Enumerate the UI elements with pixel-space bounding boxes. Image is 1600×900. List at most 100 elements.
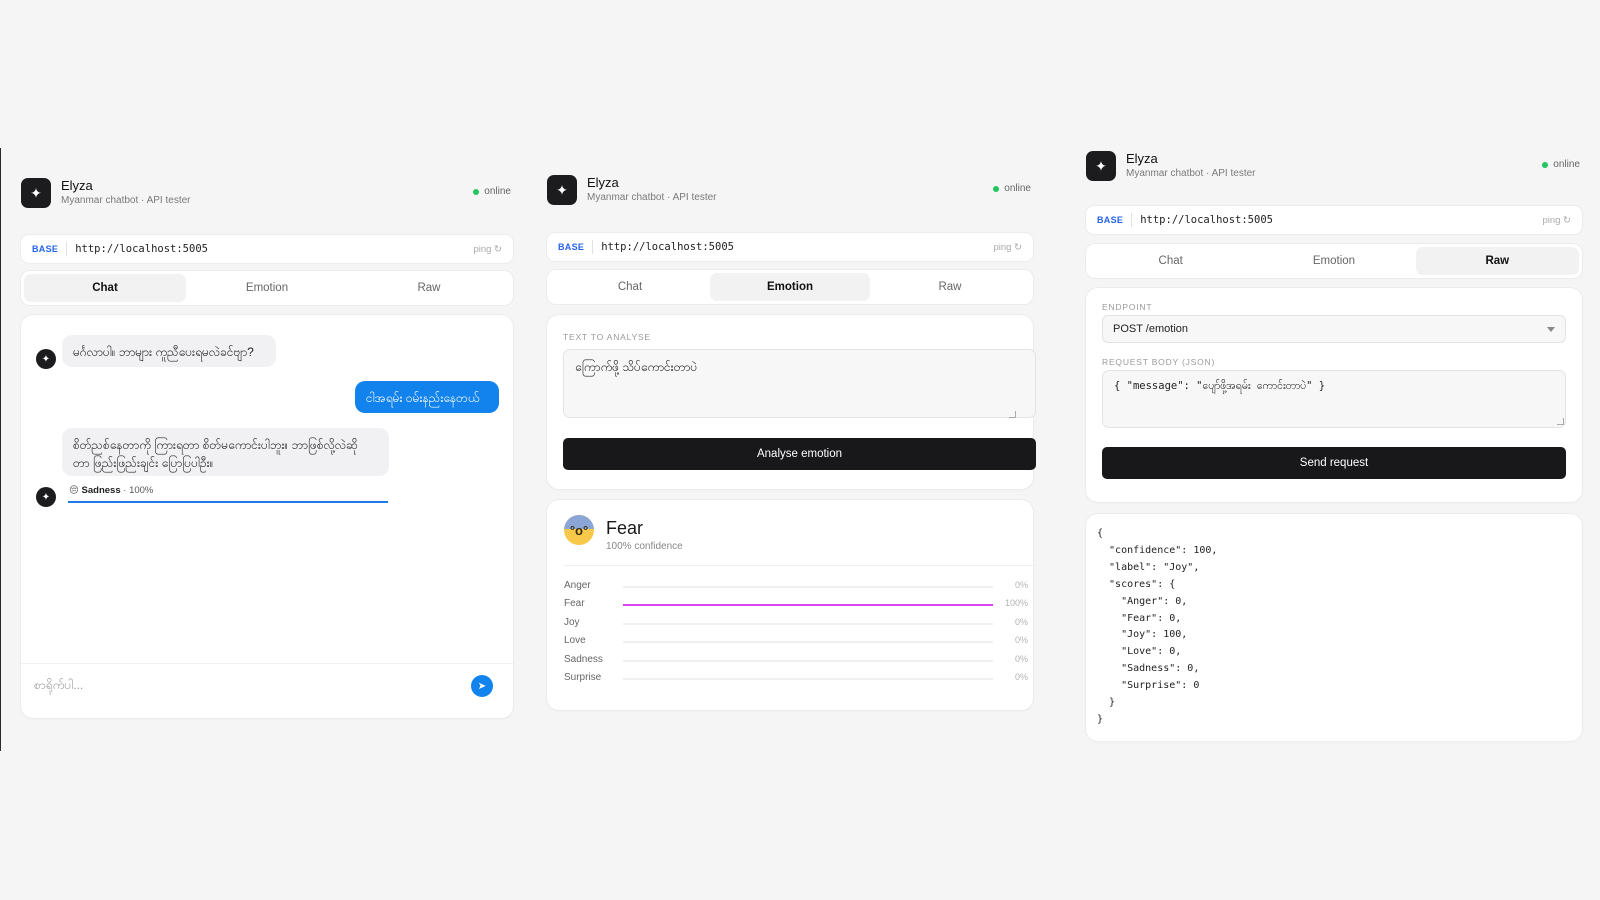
request-body-input[interactable]: { "message": "ပျော်ဖို့အရမ်း ကောင်းတာပဲ"… <box>1102 370 1566 428</box>
score-bar-track <box>623 678 993 680</box>
online-dot-icon <box>993 185 1000 192</box>
ping-button[interactable]: ping ↻ <box>993 242 1033 253</box>
ping-button[interactable]: ping ↻ <box>473 244 513 255</box>
chat-input-divider <box>21 663 513 664</box>
chat-message-input[interactable]: စာရိုက်ပါ... <box>34 677 454 697</box>
score-label: Anger <box>564 580 591 591</box>
tab-emotion[interactable]: Emotion <box>710 273 870 301</box>
online-dot-icon <box>473 188 480 195</box>
window-edge-line <box>0 148 1 751</box>
score-row-joy: Joy 0% <box>564 617 1028 631</box>
tab-bar: Chat Emotion Raw <box>1086 244 1582 278</box>
score-row-surprise: Surprise 0% <box>564 672 1028 686</box>
base-url-input[interactable]: http://localhost:5005 <box>593 241 993 253</box>
emotion-result-card: °o° Fear 100% confidence Anger 0% Fear 100%… <box>547 500 1036 710</box>
tab-chat[interactable]: Chat <box>1089 247 1252 275</box>
bot-message-bubble: မင်္ဂလာပါ။ ဘာများ ကူညီပေးရမလဲခင်ဗျာ? <box>62 335 276 367</box>
bot-message-line: တာ ဖြည်းဖြည်းချင်း ပြောပြပါဦး။ <box>73 456 214 470</box>
score-percent: 0% <box>1014 653 1028 664</box>
score-percent: 0% <box>1014 580 1028 590</box>
score-bar-track <box>623 586 993 588</box>
score-percent: 0% <box>1014 672 1028 682</box>
logo-sparkle-icon: ✦ <box>21 178 51 208</box>
score-percent: 0% <box>1014 616 1028 627</box>
status-indicator: online <box>1542 159 1580 170</box>
score-row-anger: Anger 0% <box>564 580 1028 594</box>
score-bar-track <box>623 604 993 607</box>
base-url-input[interactable]: http://localhost:5005 <box>1132 214 1542 226</box>
tab-raw[interactable]: Raw <box>1415 247 1579 275</box>
score-label: Love <box>564 635 586 647</box>
tab-chat[interactable]: Chat <box>24 274 186 302</box>
tab-raw[interactable]: Raw <box>870 273 1030 301</box>
score-row-love: Love 0% <box>564 635 1028 649</box>
bot-avatar: ✦ <box>36 487 56 507</box>
result-label: Fear <box>606 518 644 538</box>
result-confidence: 100% confidence <box>606 541 683 552</box>
tab-bar: Chat Emotion Raw <box>547 270 1033 304</box>
emotion-input-card: TEXT TO ANALYSE ကြောက်ဖို့ သိပ်ကောင်းတာပ… <box>547 315 1036 489</box>
tab-raw[interactable]: Raw <box>348 274 510 302</box>
score-row-sadness: Sadness 0% <box>564 654 1028 668</box>
score-bar-fill <box>623 604 993 607</box>
tab-chat[interactable]: Chat <box>550 273 710 301</box>
base-tag: BASE <box>21 242 68 256</box>
chat-panel: ✦ Elyza Myanmar chatbot · API tester onl… <box>21 178 513 718</box>
app-header: ✦ Elyza Myanmar chatbot · API tester onl… <box>1086 151 1582 183</box>
status-indicator: online <box>993 183 1031 194</box>
bot-message-line: စိတ်ညစ်နေတာကို ကြားရတာ စိတ်မကောင်းပါဘူး။… <box>73 438 358 452</box>
emotion-tag-value: · 100% <box>123 485 154 496</box>
text-to-analyse-input[interactable]: ကြောက်ဖို့ သိပ်ကောင်းတာပဲ <box>563 349 1036 418</box>
chevron-down-icon <box>1547 327 1555 332</box>
score-percent: 0% <box>1014 635 1028 646</box>
response-card: { "confidence": 100, "label": "Joy", "sc… <box>1086 514 1582 741</box>
online-dot-icon <box>1542 161 1549 168</box>
user-message-bubble: ငါအရမ်း ဝမ်းနည်းနေတယ် <box>355 381 499 413</box>
base-tag: BASE <box>1086 213 1133 227</box>
chat-card: ✦ မင်္ဂလာပါ။ ဘာများ ကူညီပေးရမလဲခင်ဗျာ? င… <box>21 315 513 718</box>
base-tag: BASE <box>547 240 594 254</box>
tab-emotion[interactable]: Emotion <box>186 274 348 302</box>
score-label: Joy <box>564 616 580 628</box>
base-url-bar: BASE http://localhost:5005 ping ↻ <box>1086 206 1582 234</box>
emotion-tag-bar-fill <box>68 501 388 503</box>
send-button[interactable]: ➤ <box>471 675 493 697</box>
score-bar-track <box>623 622 993 625</box>
score-label: Fear <box>564 598 585 610</box>
request-body-label: REQUEST BODY (JSON) <box>1102 357 1216 367</box>
fearful-face-icon: °o° <box>564 515 594 545</box>
text-to-analyse-label: TEXT TO ANALYSE <box>563 332 651 342</box>
app-subtitle: Myanmar chatbot · API tester <box>1126 168 1256 179</box>
json-response-output: { "confidence": 100, "label": "Joy", "sc… <box>1097 528 1218 725</box>
status-indicator: online <box>473 186 511 197</box>
resize-handle-icon[interactable] <box>1009 411 1016 418</box>
emotion-tag-bar <box>68 501 388 503</box>
base-url-bar: BASE http://localhost:5005 ping ↻ <box>21 235 513 263</box>
resize-handle-icon[interactable] <box>1557 418 1564 425</box>
status-text: online <box>484 186 511 197</box>
bot-avatar: ✦ <box>36 349 56 369</box>
app-title: Elyza <box>1126 151 1158 166</box>
base-url-input[interactable]: http://localhost:5005 <box>67 243 473 255</box>
status-text: online <box>1553 159 1580 170</box>
send-request-button[interactable]: Send request <box>1102 447 1566 479</box>
score-percent: 100% <box>1004 598 1028 609</box>
app-header: ✦ Elyza Myanmar chatbot · API tester onl… <box>547 175 1033 207</box>
sad-face-icon: 😔 <box>69 485 79 496</box>
app-subtitle: Myanmar chatbot · API tester <box>61 195 191 206</box>
analyse-emotion-button[interactable]: Analyse emotion <box>563 438 1036 470</box>
logo-sparkle-icon: ✦ <box>547 175 577 205</box>
endpoint-select[interactable]: POST /emotion <box>1102 315 1566 343</box>
ping-button[interactable]: ping ↻ <box>1542 215 1582 226</box>
app-title: Elyza <box>61 178 93 193</box>
emotion-tag: 😔 Sadness · 100% <box>69 485 153 496</box>
send-arrow-icon: ➤ <box>477 680 487 692</box>
tab-emotion[interactable]: Emotion <box>1252 247 1415 275</box>
app-title: Elyza <box>587 175 619 190</box>
score-label: Sadness <box>564 653 603 665</box>
status-text: online <box>1004 183 1031 194</box>
logo-sparkle-icon: ✦ <box>1086 151 1116 181</box>
score-row-fear: Fear 100% <box>564 598 1028 612</box>
raw-panel: ✦ Elyza Myanmar chatbot · API tester onl… <box>1086 151 1582 741</box>
endpoint-select-value: POST /emotion <box>1113 323 1188 335</box>
